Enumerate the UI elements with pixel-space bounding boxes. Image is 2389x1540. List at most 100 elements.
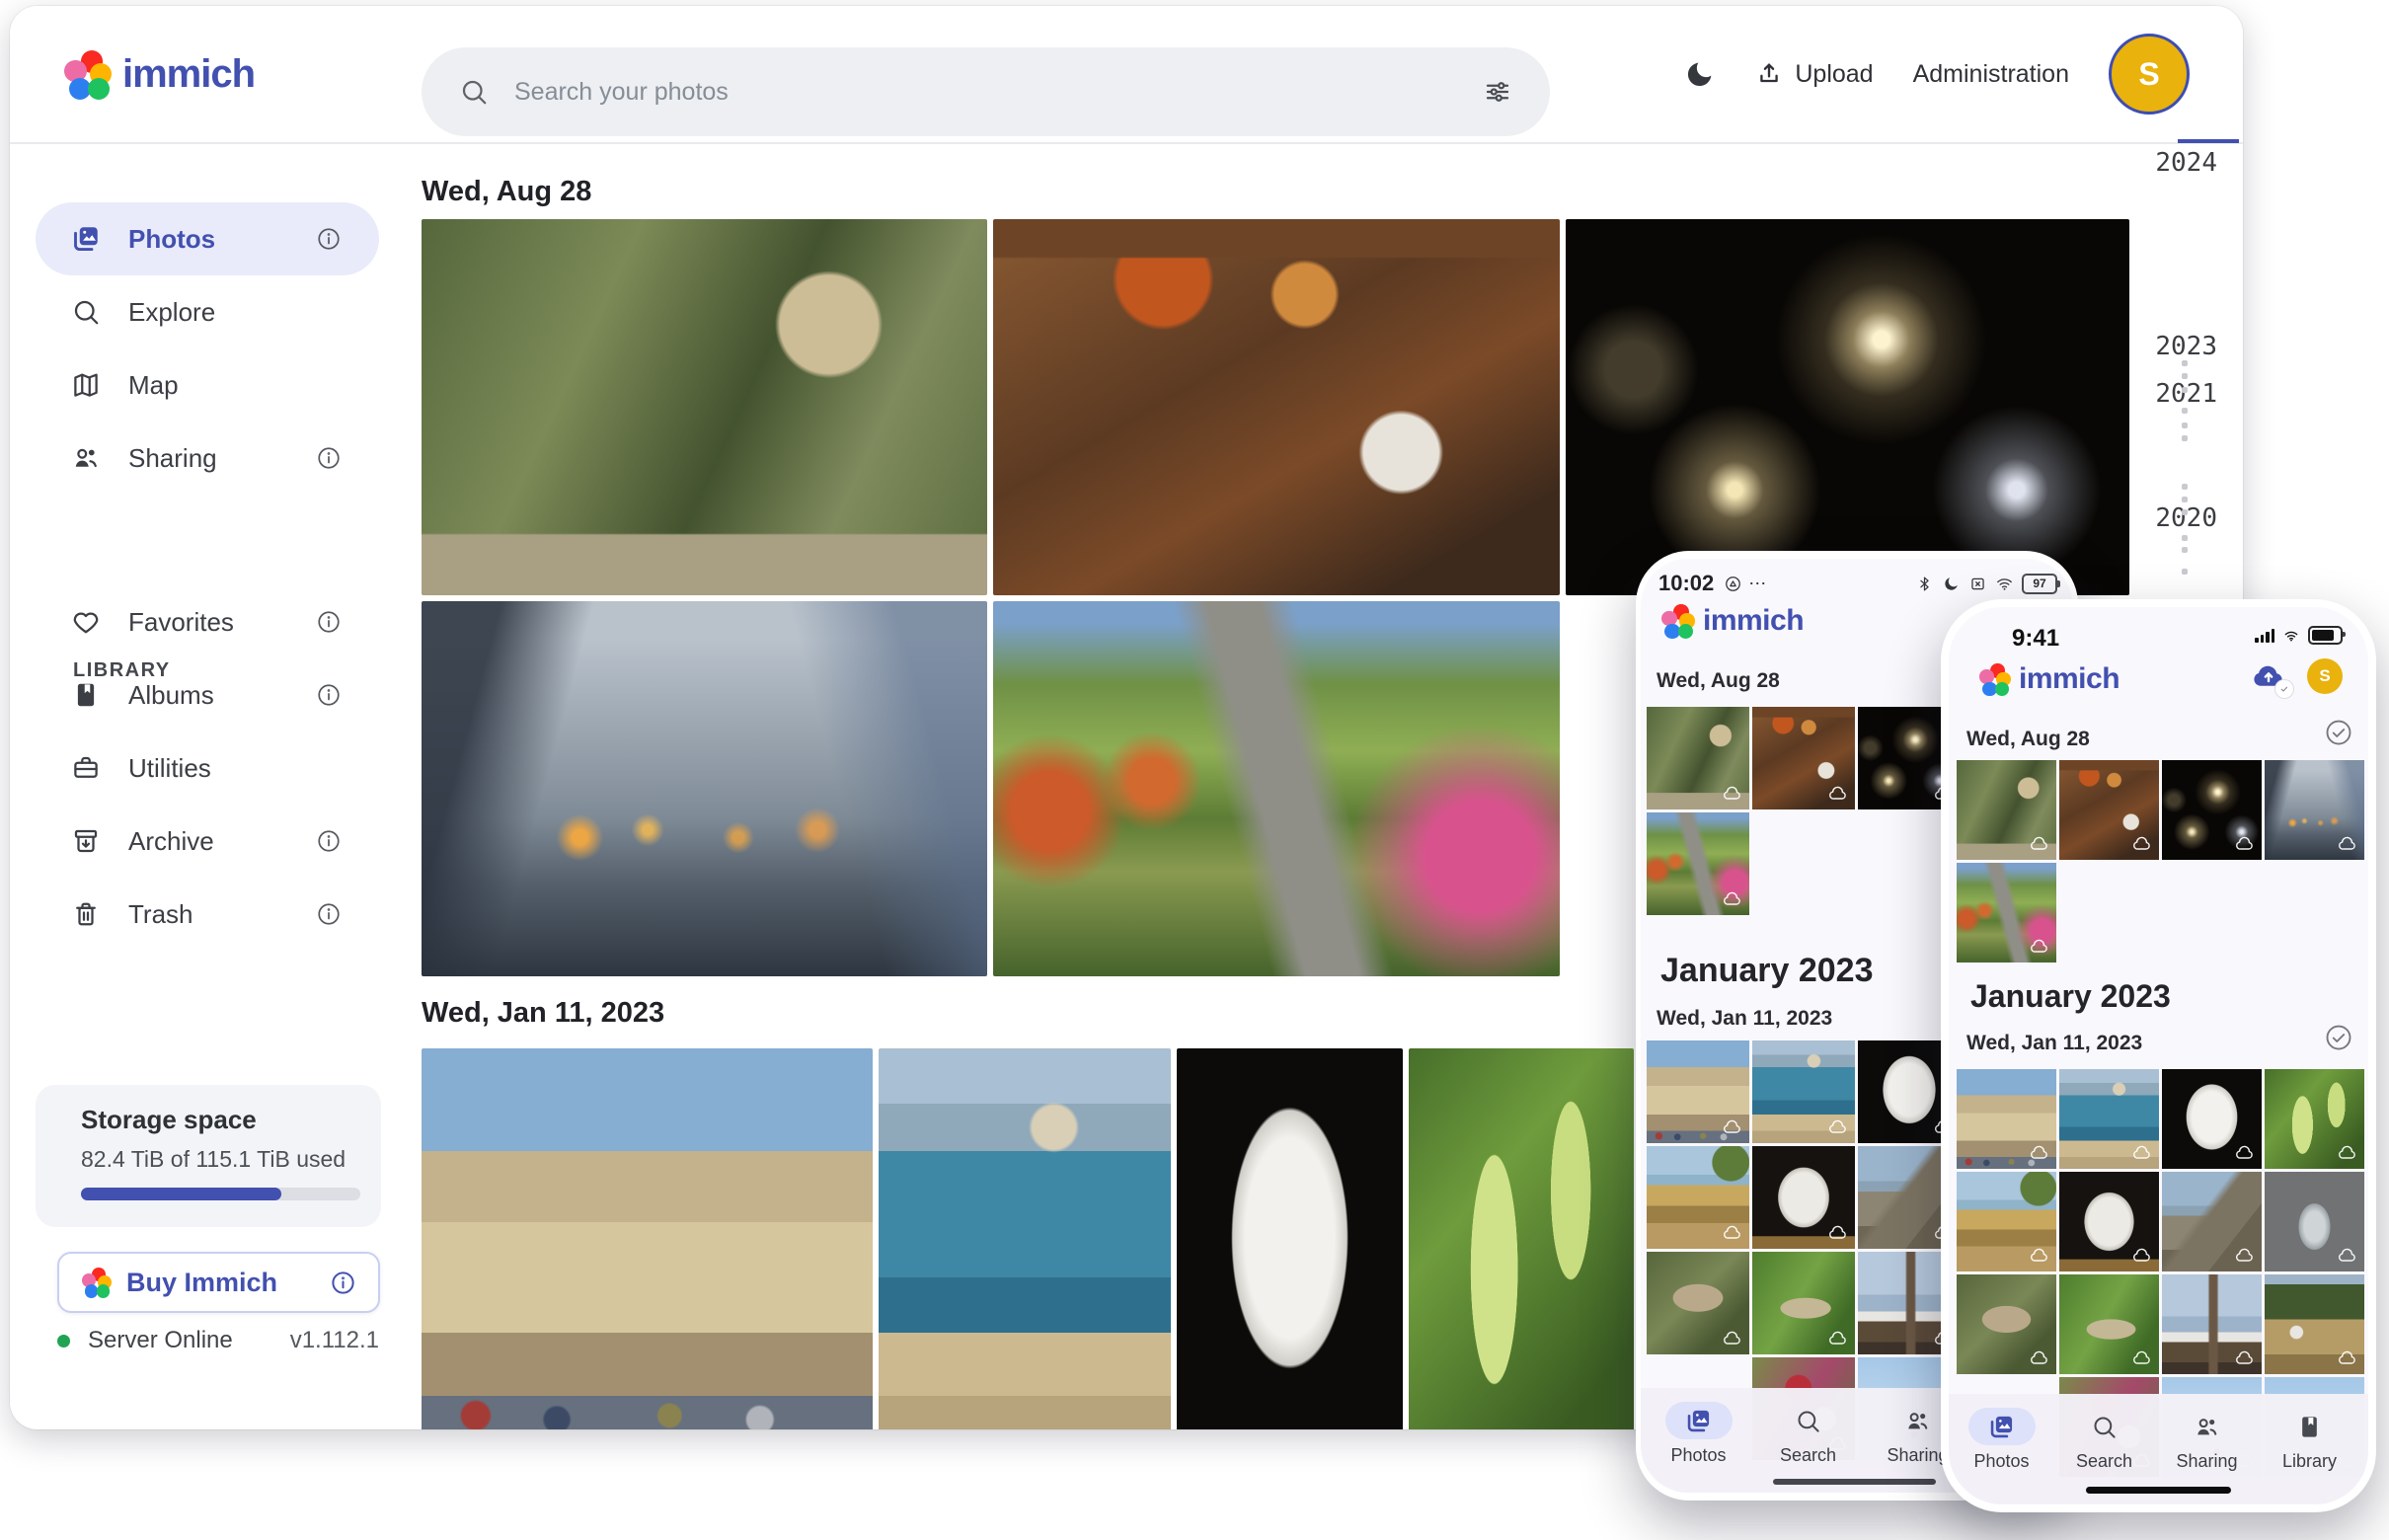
archive-icon <box>71 826 101 856</box>
immich-logo[interactable]: immich <box>63 50 255 98</box>
phone2-nav-library[interactable]: Library <box>2260 1408 2359 1472</box>
phone1-nav-photos[interactable]: Photos <box>1647 1402 1750 1466</box>
timeline-year-2020[interactable]: 2020 <box>2099 503 2217 533</box>
search-icon <box>71 297 101 327</box>
photo-fortress[interactable] <box>1957 1069 2056 1169</box>
search-filters-icon[interactable] <box>1483 77 1512 107</box>
sidebar-item-map[interactable]: Map <box>36 348 379 422</box>
sidebar-item-sharing[interactable]: Sharing <box>36 422 379 495</box>
timeline-tick <box>2182 484 2188 490</box>
photo-lizard[interactable] <box>1647 1252 1749 1354</box>
photo-farm[interactable] <box>2265 1274 2364 1374</box>
sidebar-item-utilities[interactable]: Utilities <box>36 732 379 805</box>
info-icon[interactable] <box>316 682 342 708</box>
timeline-year-2021[interactable]: 2021 <box>2099 379 2217 409</box>
timeline-tick <box>2182 535 2188 541</box>
photo-bust[interactable] <box>1177 1048 1403 1429</box>
photo-lizard2[interactable] <box>1752 1252 1855 1354</box>
phone2-date-header-2: Wed, Jan 11, 2023 <box>1966 1032 2142 1055</box>
administration-link[interactable]: Administration <box>1913 60 2069 89</box>
photo-park[interactable] <box>1957 863 2056 962</box>
photo-beach[interactable] <box>1647 1146 1749 1249</box>
cloud-sync-icon <box>2338 1246 2357 1266</box>
select-all-check-icon[interactable] <box>2324 1023 2353 1052</box>
photo-coast[interactable] <box>879 1048 1171 1429</box>
sidebar-item-explore[interactable]: Explore <box>36 275 379 348</box>
photo-bust[interactable] <box>2162 1069 2262 1169</box>
photo-beach[interactable] <box>1957 1172 2056 1271</box>
backup-done-badge <box>2275 680 2293 698</box>
photo-park[interactable] <box>993 601 1560 976</box>
cloud-sync-icon <box>2235 834 2255 854</box>
sidebar-item-archive[interactable]: Archive <box>36 805 379 878</box>
info-icon[interactable] <box>316 609 342 635</box>
cloud-sync-icon <box>2132 834 2152 854</box>
phone2-home-indicator[interactable] <box>2086 1487 2231 1494</box>
sidebar-item-photos[interactable]: Photos <box>36 202 379 275</box>
photo-park[interactable] <box>1647 812 1749 915</box>
phone2-nav-sharing[interactable]: Sharing <box>2157 1408 2257 1472</box>
photo-dinner[interactable] <box>993 219 1560 595</box>
select-all-check-icon[interactable] <box>2324 718 2353 747</box>
phone1-status-icons-left: ⋯ <box>1724 574 1768 594</box>
info-icon[interactable] <box>316 445 342 471</box>
buy-immich-label: Buy Immich <box>126 1268 277 1298</box>
photo-row <box>1647 812 1961 915</box>
info-icon[interactable] <box>316 901 342 927</box>
photo-fortress[interactable] <box>422 1048 873 1429</box>
photo-lizard2[interactable] <box>2059 1274 2159 1374</box>
sidebar-item-label: Explore <box>128 297 215 328</box>
phone2-nav-search[interactable]: Search <box>2054 1408 2154 1472</box>
info-icon[interactable] <box>316 226 342 252</box>
photo-dinner[interactable] <box>1752 707 1855 809</box>
photos-icon <box>71 224 101 254</box>
photo-trophy[interactable] <box>2265 1172 2364 1271</box>
photo-dinner[interactable] <box>2059 760 2159 860</box>
photo-zoo[interactable] <box>1647 707 1749 809</box>
cloud-sync-icon <box>1723 889 1742 909</box>
photo-sculpt2[interactable] <box>1752 1146 1855 1249</box>
timeline-year-2024[interactable]: 2024 <box>2099 148 2217 178</box>
phone1-nav-search[interactable]: Search <box>1756 1402 1860 1466</box>
cloud-sync-icon <box>2338 1143 2357 1163</box>
buy-immich-button[interactable]: Buy Immich <box>57 1252 380 1313</box>
photo-coast[interactable] <box>1752 1040 1855 1143</box>
photo-berries[interactable] <box>1409 1048 1634 1429</box>
photo-church[interactable] <box>2162 1274 2262 1374</box>
nav-label: Library <box>2282 1451 2337 1472</box>
dark-mode-toggle[interactable] <box>1684 58 1716 90</box>
photo-berries[interactable] <box>2265 1069 2364 1169</box>
sidebar-item-trash[interactable]: Trash <box>36 878 379 951</box>
timeline-scrubber-handle[interactable] <box>2178 139 2239 143</box>
timeline-tick <box>2182 497 2188 502</box>
user-avatar[interactable]: S <box>2109 34 2190 115</box>
photo-lizard[interactable] <box>1957 1274 2056 1374</box>
photo-fortress[interactable] <box>1647 1040 1749 1143</box>
briefcase-icon <box>71 753 101 783</box>
photo-hands[interactable] <box>2265 760 2364 860</box>
photo-zoo[interactable] <box>422 219 987 595</box>
phone1-home-indicator[interactable] <box>1773 1479 1936 1485</box>
photo-ruins[interactable] <box>2162 1172 2262 1271</box>
server-status-row: Server Online v1.112.1 <box>57 1327 379 1354</box>
timeline-year-2023[interactable]: 2023 <box>2099 332 2217 361</box>
sidebar-item-albums[interactable]: Albums <box>36 658 379 732</box>
phone2-nav-photos[interactable]: Photos <box>1952 1408 2051 1472</box>
photo-row <box>1647 1252 1961 1354</box>
app-header: immich Upload Administration S <box>10 6 2243 144</box>
sidebar-item-favorites[interactable]: Favorites <box>36 585 379 658</box>
search-bar[interactable] <box>422 47 1550 136</box>
info-icon[interactable] <box>330 1270 356 1296</box>
photo-zoo[interactable] <box>1957 760 2056 860</box>
upload-button[interactable]: Upload <box>1755 60 1873 89</box>
photo-hands[interactable] <box>422 601 987 976</box>
photo-fireworks[interactable] <box>2162 760 2262 860</box>
photo-sculpt2[interactable] <box>2059 1172 2159 1271</box>
backup-cloud-button[interactable] <box>2248 658 2289 694</box>
search-input[interactable] <box>512 77 1459 108</box>
photo-coast[interactable] <box>2059 1069 2159 1169</box>
photo-fireworks[interactable] <box>1566 219 2129 595</box>
cloud-sync-icon <box>2132 1143 2152 1163</box>
user-avatar[interactable]: S <box>2307 658 2343 694</box>
info-icon[interactable] <box>316 828 342 854</box>
